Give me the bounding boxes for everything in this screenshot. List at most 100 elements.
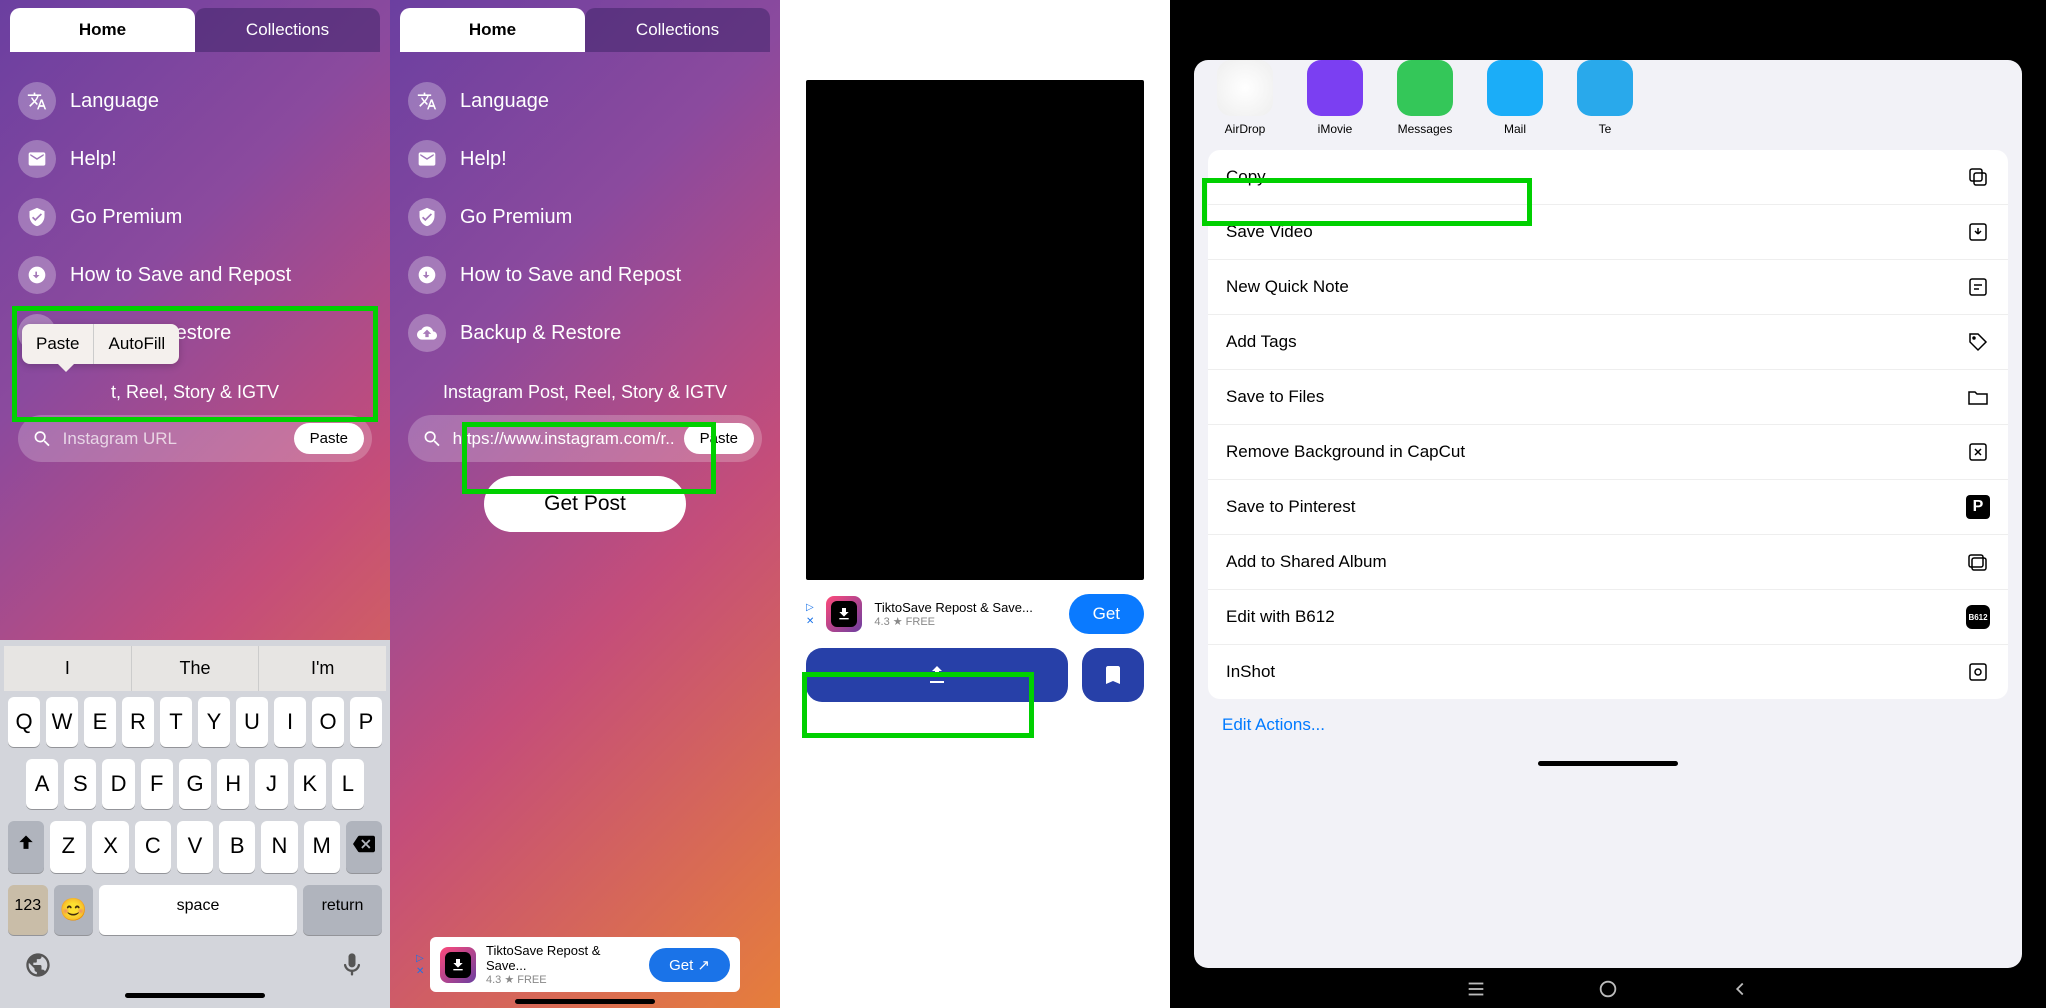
- video-preview[interactable]: [806, 80, 1144, 580]
- url-input[interactable]: [63, 429, 284, 449]
- ad-subtitle: 4.3 ★ FREE: [486, 973, 639, 986]
- home-icon[interactable]: [1597, 978, 1619, 1000]
- share-app-imovie[interactable]: iMovie: [1300, 60, 1370, 136]
- menu-backup[interactable]: Backup & Restore: [408, 304, 762, 362]
- menu-language[interactable]: Language: [408, 72, 762, 130]
- key[interactable]: Z: [50, 821, 86, 873]
- key[interactable]: Q: [8, 697, 40, 747]
- key[interactable]: V: [177, 821, 213, 873]
- key[interactable]: C: [135, 821, 171, 873]
- app-label: Te: [1599, 122, 1612, 136]
- tab-collections[interactable]: Collections: [195, 8, 380, 52]
- key[interactable]: D: [102, 759, 134, 809]
- get-post-button[interactable]: Get Post: [484, 476, 686, 532]
- tab-collections[interactable]: Collections: [585, 8, 770, 52]
- menu-help[interactable]: Help!: [18, 130, 372, 188]
- action-pinterest[interactable]: Save to PinterestP: [1208, 480, 2008, 535]
- menu-premium[interactable]: Go Premium: [18, 188, 372, 246]
- mic-icon[interactable]: [338, 951, 366, 979]
- ad-banner[interactable]: ▷✕ TiktoSave Repost & Save... 4.3 ★ FREE…: [430, 937, 740, 992]
- suggestion[interactable]: I: [4, 646, 132, 691]
- key[interactable]: S: [64, 759, 96, 809]
- search-field[interactable]: Paste: [408, 415, 762, 462]
- key[interactable]: E: [84, 697, 116, 747]
- paste-button[interactable]: Paste: [684, 423, 754, 454]
- menu-help[interactable]: Help!: [408, 130, 762, 188]
- tab-home[interactable]: Home: [10, 8, 195, 52]
- translate-icon: [18, 82, 56, 120]
- bookmark-button[interactable]: [1082, 648, 1144, 702]
- back-icon[interactable]: [1729, 978, 1751, 1000]
- key[interactable]: O: [312, 697, 344, 747]
- context-menu: Paste AutoFill: [22, 324, 179, 364]
- ad-banner[interactable]: ▷✕ TiktoSave Repost & Save... 4.3 ★ FREE…: [780, 580, 1170, 648]
- home-indicator: [125, 993, 265, 998]
- key[interactable]: G: [179, 759, 211, 809]
- ad-marker: ▷✕: [416, 953, 424, 977]
- share-app-airdrop[interactable]: AirDrop: [1210, 60, 1280, 136]
- shield-icon: [18, 198, 56, 236]
- menu-howto[interactable]: How to Save and Repost: [18, 246, 372, 304]
- share-app-telegram[interactable]: Te: [1570, 60, 1640, 136]
- share-button[interactable]: [806, 648, 1068, 702]
- key[interactable]: F: [141, 759, 173, 809]
- action-shared-album[interactable]: Add to Shared Album: [1208, 535, 2008, 590]
- key[interactable]: Y: [198, 697, 230, 747]
- action-save-files[interactable]: Save to Files: [1208, 370, 2008, 425]
- backspace-key[interactable]: [346, 821, 382, 873]
- key[interactable]: L: [332, 759, 364, 809]
- key[interactable]: X: [92, 821, 128, 873]
- paste-button[interactable]: Paste: [294, 423, 364, 454]
- search-field[interactable]: Paste: [18, 415, 372, 462]
- suggestion[interactable]: The: [132, 646, 260, 691]
- ctx-autofill[interactable]: AutoFill: [94, 324, 179, 364]
- space-key[interactable]: space: [99, 885, 297, 935]
- action-b612[interactable]: Edit with B612B612: [1208, 590, 2008, 645]
- key[interactable]: P: [350, 697, 382, 747]
- ad-get-button[interactable]: Get ↗: [649, 948, 730, 982]
- hint-text: t, Reel, Story & IGTV: [0, 382, 390, 403]
- action-save-video[interactable]: Save Video: [1208, 205, 2008, 260]
- tab-home[interactable]: Home: [400, 8, 585, 52]
- key[interactable]: A: [26, 759, 58, 809]
- recents-icon[interactable]: [1465, 978, 1487, 1000]
- menu-language[interactable]: Language: [18, 72, 372, 130]
- key[interactable]: H: [217, 759, 249, 809]
- ctx-paste[interactable]: Paste: [22, 324, 93, 364]
- key[interactable]: J: [255, 759, 287, 809]
- action-label: Remove Background in CapCut: [1226, 442, 1465, 462]
- action-capcut[interactable]: Remove Background in CapCut: [1208, 425, 2008, 480]
- numbers-key[interactable]: 123: [8, 885, 48, 935]
- shift-key[interactable]: [8, 821, 44, 873]
- globe-icon[interactable]: [24, 951, 52, 979]
- share-app-messages[interactable]: Messages: [1390, 60, 1460, 136]
- key[interactable]: R: [122, 697, 154, 747]
- key[interactable]: U: [236, 697, 268, 747]
- key[interactable]: W: [46, 697, 78, 747]
- action-copy[interactable]: Copy: [1208, 150, 2008, 205]
- key[interactable]: I: [274, 697, 306, 747]
- key[interactable]: K: [294, 759, 326, 809]
- emoji-key[interactable]: 😊: [54, 885, 94, 935]
- action-quick-note[interactable]: New Quick Note: [1208, 260, 2008, 315]
- action-add-tags[interactable]: Add Tags: [1208, 315, 2008, 370]
- key[interactable]: B: [219, 821, 255, 873]
- cloud-icon: [408, 314, 446, 352]
- menu-label: How to Save and Repost: [460, 264, 681, 287]
- menu-premium[interactable]: Go Premium: [408, 188, 762, 246]
- arrow-icon: [58, 364, 74, 372]
- edit-actions-link[interactable]: Edit Actions...: [1194, 699, 2022, 751]
- url-input[interactable]: [453, 429, 674, 449]
- key[interactable]: N: [261, 821, 297, 873]
- suggestion[interactable]: I'm: [259, 646, 386, 691]
- menu-label: Help!: [460, 148, 507, 171]
- share-app-mail[interactable]: Mail: [1480, 60, 1550, 136]
- ad-get-button[interactable]: Get: [1069, 594, 1144, 634]
- app-label: Messages: [1398, 122, 1453, 136]
- key[interactable]: M: [304, 821, 340, 873]
- return-key[interactable]: return: [303, 885, 382, 935]
- folder-icon: [1966, 385, 1990, 409]
- key[interactable]: T: [160, 697, 192, 747]
- menu-howto[interactable]: How to Save and Repost: [408, 246, 762, 304]
- action-inshot[interactable]: InShot: [1208, 645, 2008, 699]
